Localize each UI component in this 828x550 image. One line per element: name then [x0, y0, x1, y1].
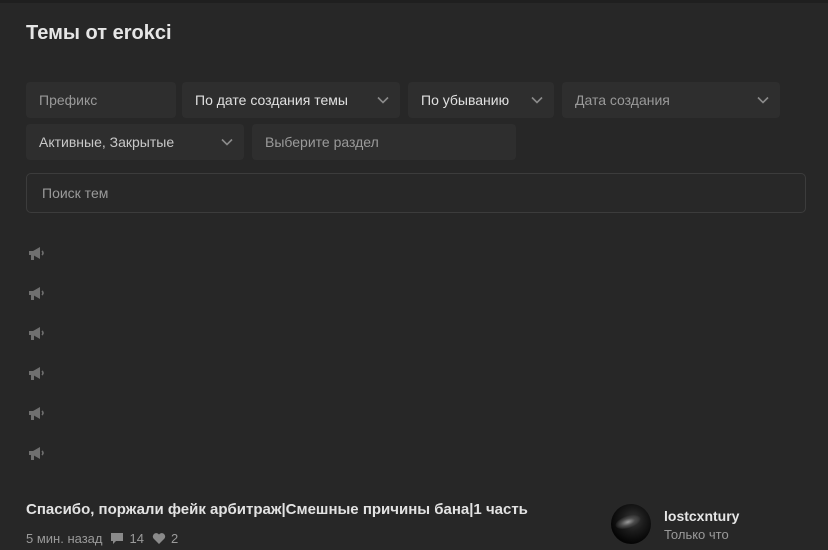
- chevron-down-icon: [221, 138, 233, 146]
- replies-stat: 14: [110, 531, 144, 546]
- prefix-filter[interactable]: Префикс: [26, 82, 176, 118]
- chevron-down-icon: [757, 96, 769, 104]
- thread-meta: 5 мин. назад 14 2: [26, 531, 178, 546]
- section-placeholder: Выберите раздел: [265, 134, 379, 150]
- megaphone-icon: [29, 247, 44, 260]
- sort-by-select[interactable]: По дате создания темы: [182, 82, 400, 118]
- order-value: По убыванию: [421, 92, 510, 108]
- megaphone-icon: [29, 327, 44, 340]
- last-user-link[interactable]: lostcxntury: [664, 508, 739, 524]
- chevron-down-icon: [377, 96, 389, 104]
- megaphone-icon: [29, 287, 44, 300]
- page-title: Темы от erokci: [26, 22, 172, 44]
- prefix-placeholder: Префикс: [39, 92, 98, 108]
- thread-title-link[interactable]: Спасибо, поржали фейк арбитраж|Смешные п…: [26, 501, 528, 518]
- heart-icon: [152, 533, 166, 544]
- section-select[interactable]: Выберите раздел: [252, 124, 516, 160]
- likes-stat: 2: [152, 531, 178, 546]
- megaphone-icon: [29, 367, 44, 380]
- last-activity-time[interactable]: Только что: [664, 527, 729, 542]
- megaphone-icon: [29, 407, 44, 420]
- sort-by-value: По дате создания темы: [195, 92, 348, 108]
- replies-count: 14: [129, 531, 144, 546]
- search-placeholder: Поиск тем: [42, 185, 109, 201]
- comment-icon: [111, 533, 124, 544]
- thread-time[interactable]: 5 мин. назад: [26, 531, 102, 546]
- state-value: Активные, Закрытые: [39, 134, 175, 150]
- state-select[interactable]: Активные, Закрытые: [26, 124, 244, 160]
- likes-count: 2: [170, 531, 179, 546]
- avatar-highlight: [613, 512, 643, 532]
- date-placeholder: Дата создания: [575, 92, 670, 108]
- order-select[interactable]: По убыванию: [408, 82, 554, 118]
- avatar[interactable]: [611, 504, 651, 544]
- megaphone-icon: [29, 447, 44, 460]
- top-border: [0, 0, 828, 3]
- chevron-down-icon: [531, 96, 543, 104]
- search-input[interactable]: Поиск тем: [26, 173, 806, 213]
- date-filter[interactable]: Дата создания: [562, 82, 780, 118]
